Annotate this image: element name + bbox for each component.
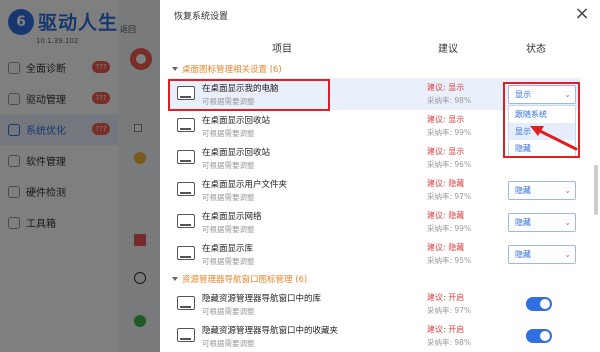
scrollbar[interactable] bbox=[594, 165, 598, 215]
annotation-arrow-icon bbox=[530, 126, 578, 151]
select-value: 隐藏 bbox=[515, 250, 531, 259]
suggestion: 建议: 开启 bbox=[427, 293, 465, 302]
setting-row: 在桌面显示库 可根据需要调整 建议: 隐藏 采纳率: 95% 隐藏 ⌄ bbox=[170, 238, 580, 270]
setting-row: 在桌面显示网络 可根据需要调整 建议: 隐藏 采纳率: 99% 隐藏 ⌄ bbox=[170, 206, 580, 238]
monitor-icon bbox=[177, 182, 195, 196]
setting-name: 在桌面显示用户文件夹 bbox=[202, 180, 288, 190]
column-header-item: 项目 bbox=[272, 44, 292, 55]
monitor-icon bbox=[177, 328, 195, 342]
setting-hint: 可根据需要调整 bbox=[202, 307, 255, 316]
setting-name: 在桌面显示库 bbox=[202, 244, 254, 254]
column-header-status: 状态 bbox=[526, 44, 546, 55]
setting-name: 隐藏资源管理器导航窗口中的库 bbox=[202, 294, 322, 304]
monitor-icon bbox=[177, 150, 195, 164]
status-select[interactable]: 隐藏 ⌄ bbox=[508, 181, 576, 200]
collapse-icon bbox=[172, 67, 178, 71]
adoption-rate: 采纳率: 99% bbox=[427, 128, 472, 137]
monitor-icon bbox=[177, 118, 195, 132]
setting-row: 隐藏资源管理器导航窗口中的库 可根据需要调整 建议: 开启 采纳率: 97% bbox=[170, 288, 580, 320]
suggestion: 建议: 隐藏 bbox=[427, 243, 465, 252]
status-select[interactable]: 隐藏 ⌄ bbox=[508, 245, 576, 264]
column-header-suggest: 建议 bbox=[438, 44, 458, 55]
chevron-down-icon: ⌄ bbox=[564, 218, 571, 227]
setting-name: 在桌面显示网络 bbox=[202, 212, 262, 222]
suggestion: 建议: 隐藏 bbox=[427, 179, 465, 188]
suggestion: 建议: 显示 bbox=[427, 115, 465, 124]
setting-hint: 可根据需要调整 bbox=[202, 129, 255, 138]
monitor-icon bbox=[177, 246, 195, 260]
setting-hint: 可根据需要调整 bbox=[202, 257, 255, 266]
close-icon[interactable]: × bbox=[572, 4, 592, 24]
chevron-down-icon: ⌄ bbox=[564, 250, 571, 259]
adoption-rate: 采纳率: 95% bbox=[427, 256, 472, 265]
setting-name: 隐藏资源管理器导航窗口中的收藏夹 bbox=[202, 326, 339, 336]
dialog-title: 恢复系统设置 bbox=[174, 12, 229, 22]
setting-hint: 可根据需要调整 bbox=[202, 193, 255, 202]
chevron-down-icon: ⌄ bbox=[564, 186, 571, 195]
suggestion: 建议: 开启 bbox=[427, 325, 465, 334]
setting-name: 在桌面显示回收站 bbox=[202, 148, 271, 158]
adoption-rate: 采纳率: 97% bbox=[427, 192, 472, 201]
section-desktop-icons[interactable]: 桌面图标管理相关设置 (6) bbox=[172, 62, 282, 76]
section-explorer-nav[interactable]: 资源管理器导航窗口图标管理 (6) bbox=[172, 272, 307, 286]
setting-row: 隐藏资源管理器导航窗口中的收藏夹 可根据需要调整 建议: 开启 采纳率: 98% bbox=[170, 320, 580, 352]
monitor-icon bbox=[177, 214, 195, 228]
status-select[interactable]: 隐藏 ⌄ bbox=[508, 213, 576, 232]
section-title: 桌面图标管理相关设置 (6) bbox=[182, 65, 282, 75]
suggestion: 建议: 隐藏 bbox=[427, 211, 465, 220]
toggle-switch[interactable] bbox=[526, 297, 552, 311]
suggestion: 建议: 显示 bbox=[427, 147, 465, 156]
setting-hint: 可根据需要调整 bbox=[202, 225, 255, 234]
section-title: 资源管理器导航窗口图标管理 (6) bbox=[182, 275, 308, 285]
setting-hint: 可根据需要调整 bbox=[202, 161, 255, 170]
adoption-rate: 采纳率: 99% bbox=[427, 224, 472, 233]
adoption-rate: 采纳率: 98% bbox=[427, 96, 472, 105]
adoption-rate: 采纳率: 96% bbox=[427, 160, 472, 169]
setting-hint: 可根据需要调整 bbox=[202, 339, 255, 348]
toggle-switch[interactable] bbox=[526, 329, 552, 343]
setting-row: 在桌面显示用户文件夹 可根据需要调整 建议: 隐藏 采纳率: 97% 隐藏 ⌄ bbox=[170, 174, 580, 206]
annotation-box-setting bbox=[168, 79, 330, 111]
adoption-rate: 采纳率: 98% bbox=[427, 338, 472, 347]
monitor-icon bbox=[177, 296, 195, 310]
suggestion: 建议: 显示 bbox=[427, 83, 465, 92]
setting-name: 在桌面显示回收站 bbox=[202, 116, 271, 126]
select-value: 隐藏 bbox=[515, 186, 531, 195]
collapse-icon bbox=[172, 277, 178, 281]
restore-settings-dialog: 恢复系统设置 × 项目 建议 状态 桌面图标管理相关设置 (6) 在桌面显示我的… bbox=[160, 0, 600, 352]
adoption-rate: 采纳率: 97% bbox=[427, 306, 472, 315]
select-value: 隐藏 bbox=[515, 218, 531, 227]
